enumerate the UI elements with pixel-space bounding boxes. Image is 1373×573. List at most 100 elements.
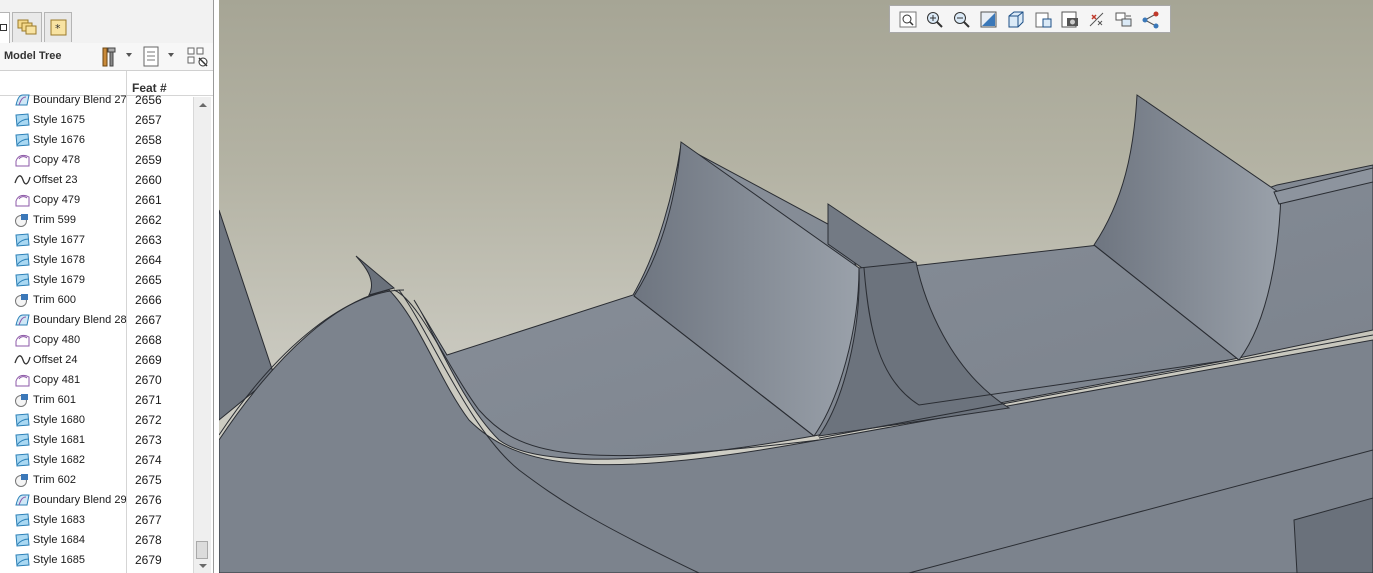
feature-name: Style 1685 — [33, 554, 85, 566]
tree-row[interactable]: Boundary Blend 28 2667 — [0, 310, 193, 330]
settings-tools-icon[interactable] — [98, 46, 120, 68]
tree-row[interactable]: Boundary Blend 29 2676 — [0, 490, 193, 510]
style-icon — [14, 233, 31, 247]
tree-row[interactable]: Offset 23 2660 — [0, 170, 193, 190]
feature-name: Trim 601 — [33, 394, 76, 406]
spin-center-icon[interactable] — [1114, 10, 1134, 29]
tree-row[interactable]: Style 1676 2658 — [0, 130, 193, 150]
folder-browser-icon — [17, 19, 37, 35]
feature-name: Trim 599 — [33, 214, 76, 226]
tree-row[interactable]: Style 1685 2679 — [0, 550, 193, 570]
feature-number: 2679 — [135, 553, 162, 567]
model-tree-title: Model Tree — [4, 50, 62, 62]
feature-name: Style 1679 — [33, 274, 85, 286]
style-icon — [14, 413, 31, 427]
tree-row[interactable]: Style 1679 2665 — [0, 270, 193, 290]
feature-name: Offset 24 — [33, 354, 78, 366]
style-icon — [14, 113, 31, 127]
tree-row[interactable]: Style 1678 2664 — [0, 250, 193, 270]
graphics-viewport[interactable] — [219, 0, 1373, 573]
offset-icon — [14, 173, 31, 187]
view-toolbar — [889, 5, 1171, 33]
refit-icon[interactable] — [898, 10, 918, 29]
feature-number: 2676 — [135, 493, 162, 507]
view-manager-icon[interactable] — [1060, 10, 1080, 29]
tree-row[interactable]: Style 1681 2673 — [0, 430, 193, 450]
tree-row[interactable]: Style 1680 2672 — [0, 410, 193, 430]
settings-dropdown-arrow[interactable] — [126, 53, 132, 57]
style-icon — [14, 253, 31, 267]
tree-scrollbar[interactable] — [193, 97, 211, 573]
tree-row[interactable]: Copy 481 2670 — [0, 370, 193, 390]
feature-number: 2665 — [135, 273, 162, 287]
feature-name: Style 1683 — [33, 514, 85, 526]
scroll-down-button[interactable] — [194, 559, 211, 573]
feature-name: Style 1677 — [33, 234, 85, 246]
style-icon — [14, 433, 31, 447]
style-icon — [14, 273, 31, 287]
feature-name: Boundary Blend 29 — [33, 494, 127, 506]
display-style-icon[interactable] — [1006, 10, 1026, 29]
feature-number: 2663 — [135, 233, 162, 247]
repaint-icon[interactable] — [979, 10, 999, 29]
tree-row[interactable]: Style 1684 2678 — [0, 530, 193, 550]
show-dropdown-arrow[interactable] — [168, 53, 174, 57]
saved-orientations-icon[interactable] — [1033, 10, 1053, 29]
tree-row[interactable]: Trim 599 2662 — [0, 210, 193, 230]
feature-number: 2662 — [135, 213, 162, 227]
tree-row[interactable]: Trim 600 2666 — [0, 290, 193, 310]
boundary-blend-icon — [14, 313, 31, 327]
favorites-icon: * — [50, 19, 67, 36]
feature-name: Copy 481 — [33, 374, 81, 386]
feature-name: Boundary Blend 28 — [33, 314, 127, 326]
feature-name: Style 1676 — [33, 134, 85, 146]
tree-row[interactable]: Trim 602 2675 — [0, 470, 193, 490]
model-tree-toolbar: Model Tree — [0, 43, 213, 71]
navigator-tabs: * — [0, 0, 213, 44]
feature-name: Style 1684 — [33, 534, 85, 546]
part-model-render — [219, 94, 1373, 573]
feature-number: 2672 — [135, 413, 162, 427]
boundary-blend-icon — [14, 493, 31, 507]
tree-row[interactable]: Offset 24 2669 — [0, 350, 193, 370]
model-tree-tab-icon — [0, 24, 7, 31]
feature-number: 2677 — [135, 513, 162, 527]
tree-row[interactable]: Style 1677 2663 — [0, 230, 193, 250]
trim-icon — [14, 213, 31, 227]
copy-icon — [14, 333, 31, 347]
annotation-display-icon[interactable] — [1141, 10, 1161, 29]
zoom-out-icon[interactable] — [952, 10, 972, 29]
tree-row[interactable]: Boundary Blend 27 2656 — [0, 93, 193, 110]
scroll-up-button[interactable] — [194, 97, 211, 113]
show-columns-icon[interactable] — [142, 46, 162, 68]
tree-row[interactable]: Copy 480 2668 — [0, 330, 193, 350]
svg-text:*: * — [55, 22, 61, 35]
feature-number: 2658 — [135, 133, 162, 147]
copy-icon — [14, 373, 31, 387]
feature-number: 2660 — [135, 173, 162, 187]
feature-number: 2659 — [135, 153, 162, 167]
zoom-in-icon[interactable] — [925, 10, 945, 29]
folder-browser-tab[interactable] — [12, 12, 42, 42]
tree-row[interactable]: Style 1682 2674 — [0, 450, 193, 470]
feature-number: 2666 — [135, 293, 162, 307]
style-icon — [14, 453, 31, 467]
scroll-thumb[interactable] — [196, 541, 208, 559]
tree-row[interactable]: Copy 478 2659 — [0, 150, 193, 170]
favorites-tab[interactable]: * — [44, 12, 72, 42]
tree-row[interactable]: Style 1675 2657 — [0, 110, 193, 130]
feature-name: Style 1680 — [33, 414, 85, 426]
feature-number: 2669 — [135, 353, 162, 367]
tree-row[interactable]: Trim 601 2671 — [0, 390, 193, 410]
feature-number: 2657 — [135, 113, 162, 127]
feature-number: 2678 — [135, 533, 162, 547]
trim-icon — [14, 293, 31, 307]
model-tree-tab[interactable] — [0, 12, 10, 43]
datum-display-icon[interactable] — [1087, 10, 1107, 29]
tree-filters-icon[interactable] — [186, 46, 210, 70]
feature-number: 2661 — [135, 193, 162, 207]
tree-row[interactable]: Style 1683 2677 — [0, 510, 193, 530]
style-icon — [14, 133, 31, 147]
trim-icon — [14, 473, 31, 487]
tree-row[interactable]: Copy 479 2661 — [0, 190, 193, 210]
